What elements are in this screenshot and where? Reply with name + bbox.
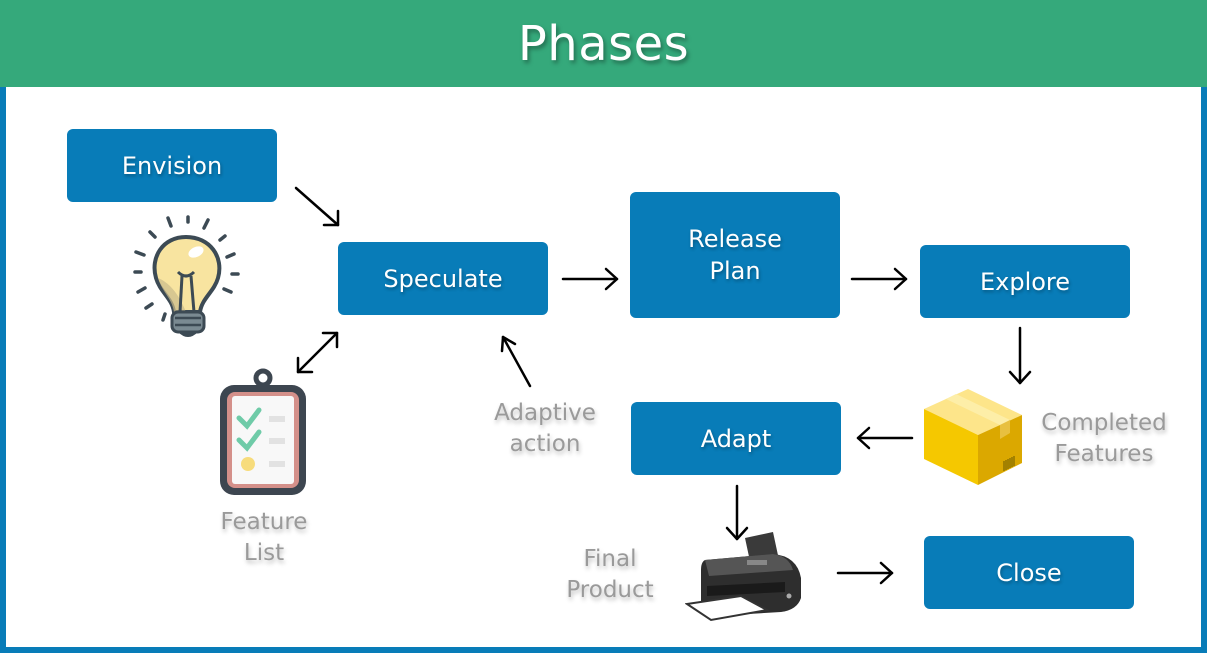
clipboard-checklist-icon bbox=[220, 368, 306, 495]
phase-explore-label: Explore bbox=[979, 267, 1071, 296]
final-product-label: Final Product bbox=[566, 546, 654, 603]
phase-release-plan[interactable]: Release Plan bbox=[630, 192, 840, 318]
phase-speculate-label: Speculate bbox=[383, 264, 503, 293]
lightbulb-icon bbox=[133, 215, 240, 337]
completed-features-label: Completed Features bbox=[1041, 410, 1167, 467]
phase-close[interactable]: Close bbox=[924, 536, 1134, 609]
phase-close-label: Close bbox=[996, 558, 1062, 587]
phase-envision-label: Envision bbox=[121, 151, 223, 180]
feature-list-label: Feature List bbox=[220, 509, 308, 566]
page-title: Phases bbox=[517, 15, 690, 72]
adaptive-action-label: Adaptive action bbox=[494, 400, 596, 457]
printer-icon bbox=[685, 532, 801, 622]
header-bar: Phases bbox=[0, 0, 1207, 87]
phase-envision[interactable]: Envision bbox=[67, 129, 277, 202]
phase-explore[interactable]: Explore bbox=[920, 245, 1130, 318]
phase-adapt-label: Adapt bbox=[700, 424, 772, 453]
phase-release-plan-label: Release Plan bbox=[688, 225, 782, 285]
package-box-icon bbox=[924, 389, 1022, 485]
phase-speculate[interactable]: Speculate bbox=[338, 242, 548, 315]
phase-adapt[interactable]: Adapt bbox=[631, 402, 841, 475]
